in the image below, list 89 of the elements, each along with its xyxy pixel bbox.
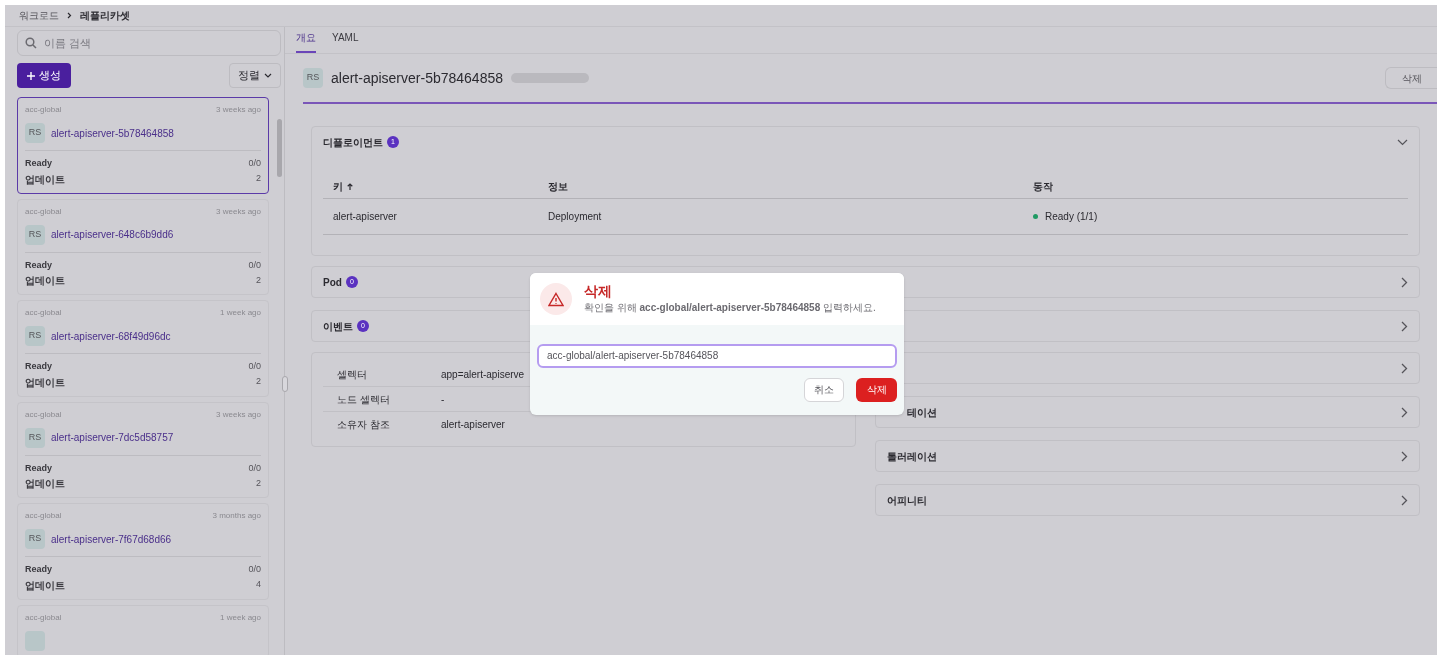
update-value: 2 [256, 375, 261, 389]
section-panel[interactable]: 톨러레이션 [875, 440, 1420, 472]
update-label: 업데이트 [25, 477, 65, 491]
section-title: 이벤트 [323, 319, 353, 334]
ready-label: Ready [25, 157, 52, 170]
scrollbar[interactable] [277, 119, 282, 177]
tab[interactable]: 개요 [296, 30, 316, 53]
section-title: 테이션 [907, 405, 937, 420]
confirm-delete-button[interactable]: 삭제 [856, 377, 897, 402]
ready-label: Ready [25, 360, 52, 373]
update-label: 업데이트 [25, 172, 65, 187]
column-header[interactable]: 키 [333, 179, 343, 194]
table-cell: Deployment [548, 211, 602, 222]
replicaset-card[interactable]: acc-global 1 week ago RS alert-apiserver-68f49d96dc Ready 0/0 업데이트 2 [17, 300, 269, 397]
sort-arrow-icon[interactable] [347, 183, 353, 190]
warning-icon [540, 283, 572, 315]
namespace-label: acc-global [25, 104, 62, 116]
replicaset-name: alert-apiserver-7f67d68d66 [51, 532, 172, 547]
ready-value: 0/0 [248, 258, 261, 272]
section-title: Pod [323, 275, 342, 290]
plus-icon [27, 71, 35, 80]
section-panel[interactable]: 어피니티 [875, 484, 1420, 516]
detail-label: 셀렉터 [336, 367, 368, 382]
column-header: 동작 [1033, 180, 1053, 194]
chevron-down-icon[interactable] [1397, 138, 1408, 146]
breadcrumb-current: 레플리카셋 [80, 9, 130, 23]
chevron-right-icon[interactable] [1401, 362, 1408, 374]
namespace-label: acc-global [25, 408, 62, 421]
section-title: 어피니티 [887, 493, 927, 508]
avatar: RS [303, 68, 323, 88]
column-header: 정보 [548, 180, 568, 194]
search-icon [25, 37, 37, 49]
sort-button[interactable]: 정렬 [229, 63, 281, 88]
detail-label: 소유자 참조 [336, 418, 391, 432]
namespace-label: acc-global [25, 510, 62, 522]
avatar: RS [25, 529, 45, 549]
chevron-right-icon[interactable] [1401, 320, 1408, 332]
section-title: 톨러레이션 [887, 449, 937, 464]
age-label: 1 week ago [220, 307, 261, 319]
detail-label: 노드 셀렉터 [336, 392, 391, 407]
dialog-title: 삭제 [584, 282, 613, 301]
confirm-input[interactable]: acc-global/alert-apiserver-5b78464858 [537, 343, 897, 368]
resize-handle[interactable] [282, 376, 288, 392]
avatar: RS [25, 224, 45, 245]
delete-button[interactable]: 삭제 [1385, 67, 1437, 89]
replicaset-name: alert-apiserver-68f49d96dc [51, 329, 171, 344]
update-label: 업데이트 [25, 274, 65, 288]
update-value: 2 [256, 172, 261, 186]
cancel-button[interactable]: 취소 [804, 377, 844, 402]
avatar: RS [25, 326, 45, 346]
detail-value: - [441, 392, 445, 407]
ready-label: Ready [25, 563, 52, 576]
update-value: 2 [256, 273, 261, 287]
ready-label: Ready [25, 461, 52, 475]
avatar: RS [25, 123, 45, 143]
ready-value: 0/0 [248, 157, 261, 170]
section-title: 디플로이먼트 [323, 135, 383, 150]
chevron-right-icon [67, 12, 72, 19]
status-text: Ready (1/1) [1045, 210, 1098, 224]
chevron-right-icon[interactable] [1401, 276, 1408, 288]
update-label: 업데이트 [25, 578, 65, 593]
ready-label: Ready [25, 258, 52, 272]
namespace-label: acc-global [25, 205, 62, 218]
section-panel[interactable]: 테이션 [875, 396, 1420, 428]
chevron-right-icon[interactable] [1401, 450, 1408, 462]
replicaset-name: alert-apiserver-5b78464858 [51, 126, 174, 141]
namespace-label: acc-global [25, 611, 62, 624]
replicaset-name: alert-apiserver-648c6b9dd6 [51, 228, 174, 242]
age-label: 1 week ago [220, 611, 261, 624]
chevron-down-icon [264, 73, 272, 78]
namespace-label: acc-global [25, 307, 62, 319]
avatar: RS [25, 427, 45, 448]
page-title: alert-apiserver-5b78464858 [331, 68, 503, 88]
chevron-right-icon[interactable] [1401, 406, 1408, 418]
table-cell: alert-apiserver [333, 211, 397, 222]
ready-value: 0/0 [248, 360, 261, 373]
replicaset-name: alert-apiserver-7dc5d58757 [51, 431, 174, 445]
tab[interactable]: YAML [332, 30, 359, 53]
breadcrumb-link[interactable]: 워크로드 [19, 8, 59, 23]
detail-value: alert-apiserver [441, 418, 505, 432]
update-value: 4 [256, 578, 261, 592]
chevron-right-icon[interactable] [1401, 494, 1408, 506]
create-button[interactable]: 생성 [17, 63, 71, 88]
ready-value: 0/0 [248, 563, 261, 576]
ready-value: 0/0 [248, 461, 261, 475]
detail-value: app=alert-apiserve [441, 367, 525, 382]
search-field[interactable]: 이름 검색 [17, 30, 281, 56]
update-value: 2 [256, 476, 261, 490]
update-label: 업데이트 [25, 375, 65, 390]
